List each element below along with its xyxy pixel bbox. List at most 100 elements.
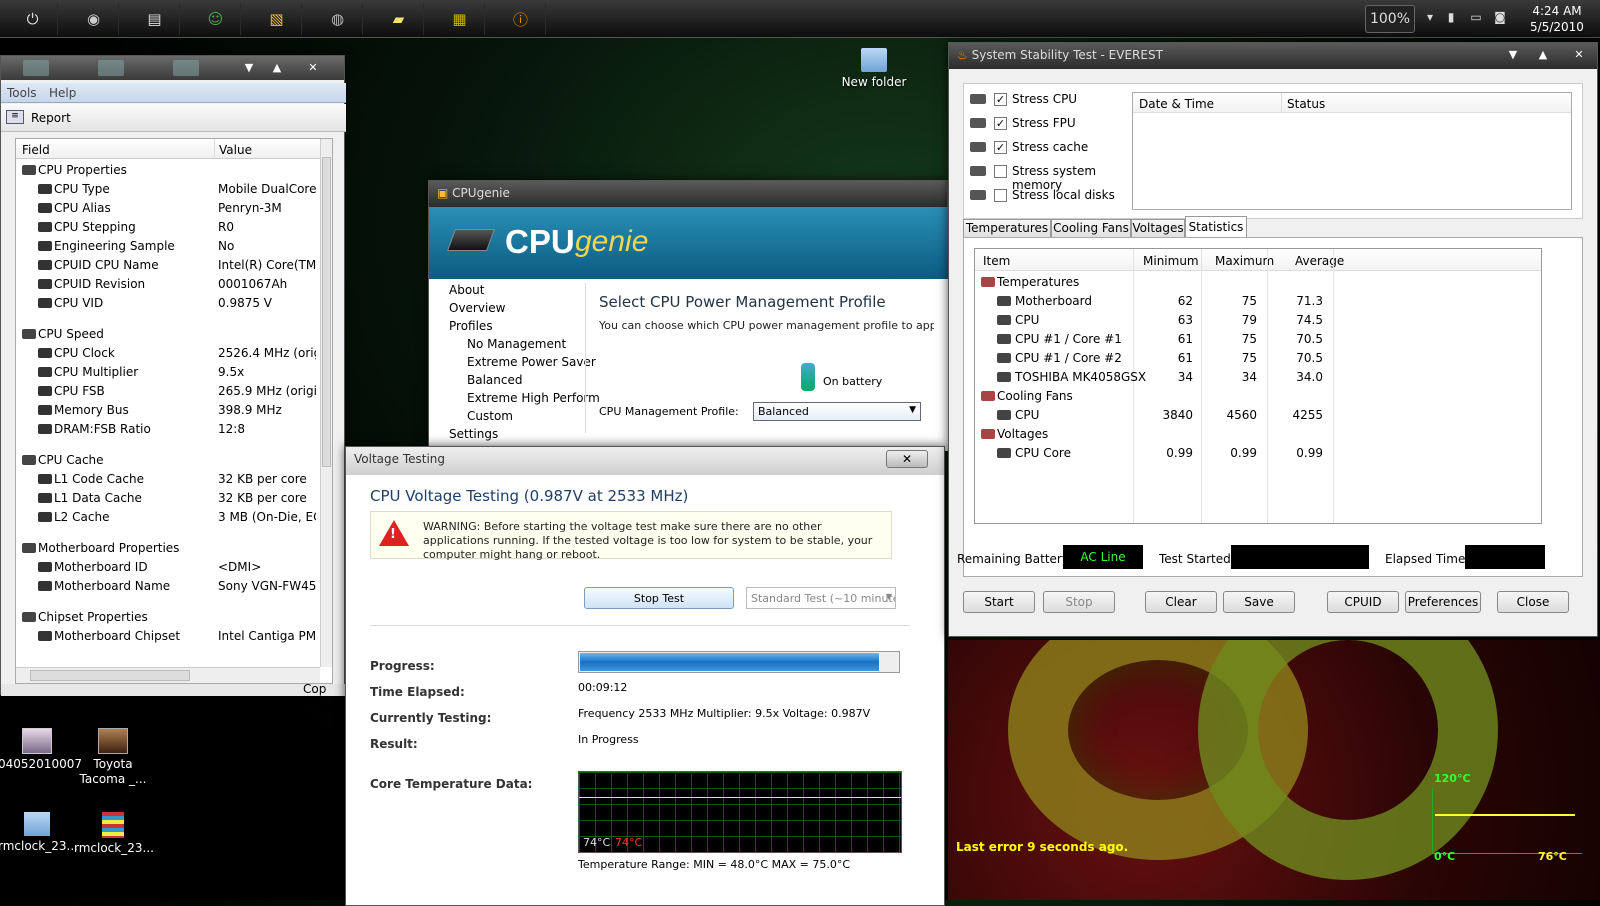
column-maximum[interactable]: Maximum <box>1215 254 1274 268</box>
tree-row[interactable]: Memory Bus 398.9 MHz <box>16 401 316 420</box>
tray-menu-icon[interactable]: ▾ <box>1422 10 1438 26</box>
minimize-button[interactable]: ▼ <box>1501 47 1525 63</box>
minimize-button[interactable]: ▼ <box>237 60 261 76</box>
taskbar-button[interactable]: ▦ <box>435 3 485 35</box>
statistics-row[interactable]: CPU Core 0.99 0.99 0.99 <box>975 444 1541 463</box>
cpugenie-nav-item[interactable]: No Management <box>467 337 566 351</box>
taskbar-button[interactable]: ☺ <box>191 3 241 35</box>
tree-row[interactable]: CPU Alias Penryn-3M <box>16 199 316 218</box>
preferences-button[interactable]: Preferences <box>1405 591 1481 613</box>
tree-row[interactable]: Motherboard ID <DMI> <box>16 558 316 577</box>
stress-checkbox[interactable]: ✓ <box>994 117 1007 130</box>
column-average[interactable]: Average <box>1295 254 1344 268</box>
stop-button[interactable]: Stop <box>1043 591 1115 613</box>
taskbar-button[interactable]: ▰ <box>374 3 424 35</box>
statistics-row[interactable]: CPU 63 79 74.5 <box>975 311 1541 330</box>
tree-row[interactable]: CPUID Revision 0001067Ah <box>16 275 316 294</box>
desktop-icon-toyota[interactable]: Toyota Tacoma _... <box>74 728 152 787</box>
tree-row[interactable]: Motherboard Chipset Intel Cantiga PM45 <box>16 627 316 646</box>
taskbar-button[interactable]: ▤ <box>130 3 180 35</box>
report-button[interactable]: Report <box>31 111 71 125</box>
test-mode-select[interactable]: Standard Test (~10 minute ▼ <box>746 587 896 609</box>
menu-tools[interactable]: Tools <box>7 86 37 100</box>
stress-checkbox[interactable] <box>994 165 1007 178</box>
column-field[interactable]: Field <box>22 143 50 157</box>
tree-row[interactable]: CPU VID 0.9875 V <box>16 294 316 313</box>
tree-group[interactable]: CPU Cache <box>16 451 316 470</box>
tab-voltages[interactable]: Voltages <box>1131 219 1185 238</box>
tree-group[interactable]: CPU Speed <box>16 325 316 344</box>
horizontal-scrollbar[interactable] <box>16 667 320 683</box>
taskbar-button[interactable]: ▧ <box>252 3 302 35</box>
tree-row[interactable]: CPU Type Mobile DualCore Ir <box>16 180 316 199</box>
tree-row[interactable]: L1 Code Cache 32 KB per core <box>16 470 316 489</box>
maximize-button[interactable]: ▲ <box>1531 47 1555 63</box>
maximize-button[interactable]: ▲ <box>265 60 289 76</box>
column-date-time[interactable]: Date & Time <box>1139 97 1214 111</box>
tree-group[interactable]: Chipset Properties <box>16 608 316 627</box>
tab-statistics[interactable]: Statistics <box>1185 216 1247 238</box>
stress-option[interactable]: Stress local disks <box>964 186 1124 206</box>
tree-row[interactable]: CPU Clock 2526.4 MHz (origir <box>16 344 316 363</box>
column-status[interactable]: Status <box>1281 93 1330 113</box>
tree-row[interactable]: CPUID CPU Name Intel(R) Core(TM)2 <box>16 256 316 275</box>
taskbar-button[interactable]: ◉ <box>69 3 119 35</box>
close-button[interactable]: ✕ <box>1567 47 1591 63</box>
tree-row[interactable]: CPU Stepping R0 <box>16 218 316 237</box>
cpugenie-nav-item[interactable]: Custom <box>467 409 513 423</box>
stress-checkbox[interactable]: ✓ <box>994 141 1007 154</box>
statistics-row[interactable]: Motherboard 62 75 71.3 <box>975 292 1541 311</box>
tree-row[interactable]: Engineering Sample No <box>16 237 316 256</box>
tray-volume-icon[interactable]: ◙ <box>1492 10 1508 26</box>
start-button[interactable]: Start <box>963 591 1035 613</box>
tree-row[interactable]: Motherboard Name Sony VGN-FW45GJ <box>16 577 316 596</box>
profile-select[interactable]: Balanced ▼ <box>753 402 921 421</box>
stress-option[interactable]: ✓ Stress FPU <box>964 114 1124 134</box>
cpugenie-nav-item[interactable]: Balanced <box>467 373 522 387</box>
column-item[interactable]: Item <box>983 254 1010 268</box>
stress-checkbox[interactable]: ✓ <box>994 93 1007 106</box>
cpugenie-nav-item[interactable]: Settings <box>449 427 498 441</box>
statistics-group-row[interactable]: Voltages <box>975 425 1541 444</box>
tree-row[interactable]: L2 Cache 3 MB (On-Die, ECC <box>16 508 316 527</box>
stress-option[interactable]: ✓ Stress cache <box>964 138 1124 158</box>
scroll-thumb[interactable] <box>30 670 190 681</box>
tree-group[interactable]: CPU Properties <box>16 161 316 180</box>
desktop-icon-new-folder[interactable]: New folder <box>835 48 913 90</box>
stress-option[interactable]: Stress system memory <box>964 162 1124 192</box>
cpugenie-nav-item[interactable]: About <box>449 283 484 297</box>
cpugenie-nav-item[interactable]: Extreme Power Saver <box>467 355 596 369</box>
desktop-icon-rmclock-archive[interactable]: rmclock_23... <box>74 812 154 856</box>
clear-button[interactable]: Clear <box>1145 591 1217 613</box>
column-value[interactable]: Value <box>214 139 256 159</box>
statistics-row[interactable]: TOSHIBA MK4058GSX 34 34 34.0 <box>975 368 1541 387</box>
vertical-scrollbar[interactable] <box>320 139 332 667</box>
stop-test-button[interactable]: Stop Test <box>584 587 734 609</box>
scroll-thumb[interactable] <box>322 157 331 467</box>
zoom-level[interactable]: 100% <box>1365 5 1415 33</box>
tree-row[interactable]: DRAM:FSB Ratio 12:8 <box>16 420 316 439</box>
cpugenie-nav-item[interactable]: Extreme High Perform <box>467 391 600 405</box>
statistics-group-row[interactable]: Cooling Fans <box>975 387 1541 406</box>
tray-device-icon[interactable]: ▮ <box>1443 10 1459 26</box>
desktop-icon-photo[interactable]: 04052010007 <box>0 728 82 772</box>
column-minimum[interactable]: Minimum <box>1143 254 1199 268</box>
tree-row[interactable]: L1 Data Cache 32 KB per core <box>16 489 316 508</box>
tree-group[interactable]: Motherboard Properties <box>16 539 316 558</box>
tree-row[interactable]: CPU Multiplier 9.5x <box>16 363 316 382</box>
desktop-icon-rmclock-folder[interactable]: rmclock_23... <box>0 812 78 854</box>
statistics-group-row[interactable]: Temperatures <box>975 273 1541 292</box>
close-button[interactable]: Close <box>1497 591 1569 613</box>
tree-row[interactable]: CPU FSB 265.9 MHz (origina <box>16 382 316 401</box>
menu-help[interactable]: Help <box>49 86 76 100</box>
tab-temperatures[interactable]: Temperatures <box>963 219 1051 238</box>
close-button[interactable]: ✕ <box>301 60 325 76</box>
stress-option[interactable]: ✓ Stress CPU <box>964 90 1124 110</box>
close-button[interactable]: ✕ <box>886 450 928 468</box>
taskbar-button[interactable]: ⓘ <box>496 3 546 35</box>
tray-network-icon[interactable]: ▭ <box>1468 10 1484 26</box>
cpugenie-nav-item[interactable]: Overview <box>449 301 506 315</box>
save-button[interactable]: Save <box>1223 591 1295 613</box>
clock[interactable]: 4:24 AM 5/5/2010 <box>1522 3 1592 35</box>
statistics-row[interactable]: CPU 3840 4560 4255 <box>975 406 1541 425</box>
